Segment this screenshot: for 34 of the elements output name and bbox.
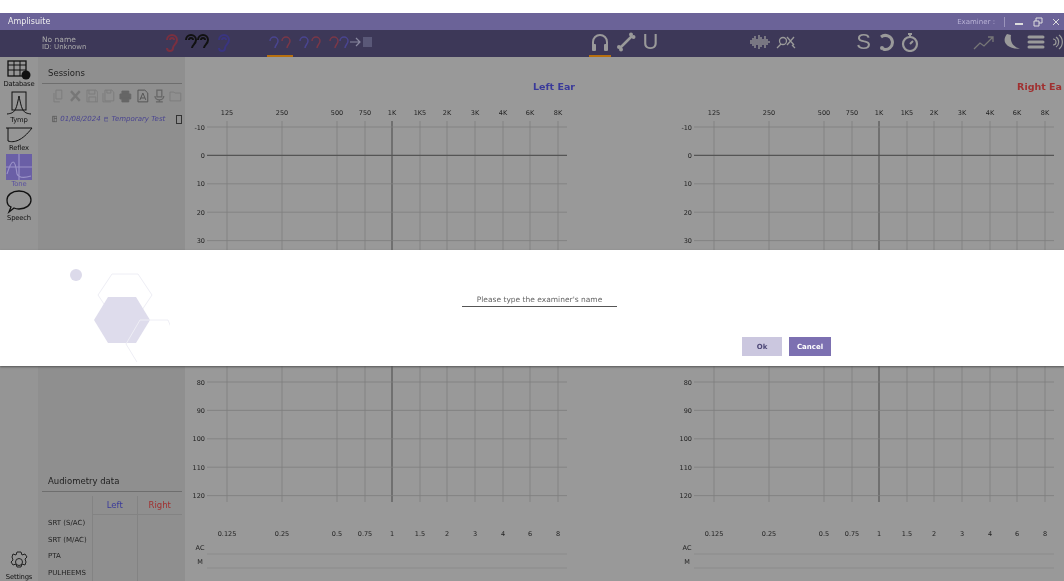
audiogram-icon [6, 154, 32, 180]
speech-bubble-icon [6, 190, 32, 214]
audiometry-heading: Audiometry data [42, 465, 182, 492]
calendar-icon [103, 114, 109, 124]
waveform-icon [750, 33, 771, 50]
trend-icon [973, 33, 995, 50]
window-title: Amplisuite [8, 17, 51, 26]
bone-icon [616, 31, 637, 52]
chart-title: Right Ea [1017, 81, 1062, 92]
headphones-icon [590, 31, 611, 52]
toolbar-button[interactable]: S [855, 30, 872, 57]
restore-icon[interactable] [1033, 16, 1043, 27]
reflex-curve-icon [5, 126, 33, 144]
menu-icon [1027, 33, 1045, 50]
table-icon [7, 60, 31, 80]
chart-title: Left Ear [532, 81, 575, 92]
tympanogram-icon [6, 90, 32, 116]
delete-icon[interactable] [68, 89, 82, 103]
toolbar-button[interactable]: U [641, 30, 660, 57]
ears-icon [268, 33, 293, 50]
ears-arrow-icon [328, 33, 373, 50]
column-header: Left [92, 496, 138, 515]
stopwatch-icon [901, 31, 919, 52]
ears-icon [298, 33, 323, 50]
microphone-icon[interactable] [152, 89, 166, 103]
close-icon[interactable] [1052, 16, 1060, 27]
sessions-heading: Sessions [42, 57, 182, 84]
session-checkbox[interactable] [176, 114, 182, 124]
sound-waves-icon [1051, 32, 1063, 51]
spiral-icon [877, 31, 895, 52]
pdf-icon[interactable] [135, 89, 149, 103]
column-header: Right [137, 496, 182, 515]
session-icon [52, 113, 58, 125]
print-icon[interactable] [119, 89, 132, 103]
